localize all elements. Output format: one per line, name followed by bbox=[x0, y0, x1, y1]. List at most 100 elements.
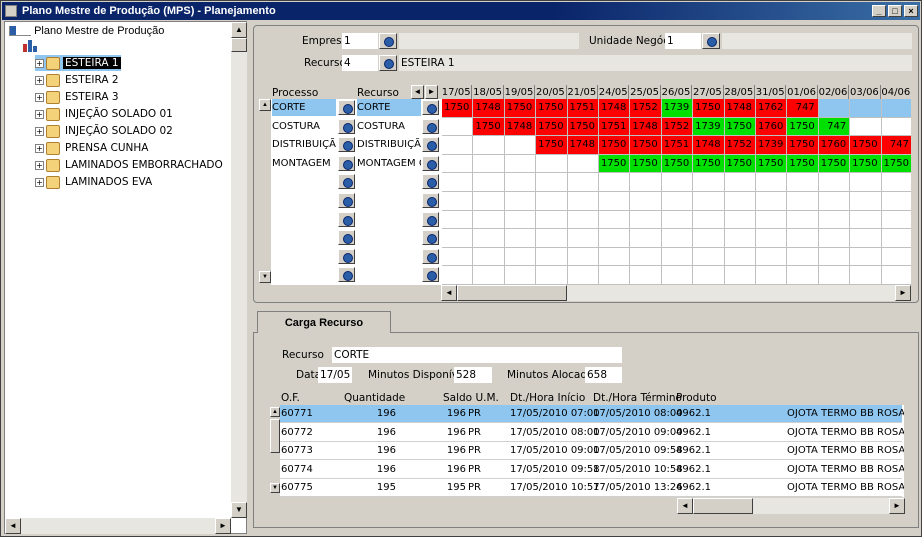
capacity-cell[interactable]: 1748 bbox=[504, 117, 537, 137]
capacity-cell[interactable] bbox=[473, 136, 505, 155]
recurso-cell[interactable] bbox=[357, 211, 421, 228]
capacity-cell[interactable] bbox=[818, 210, 851, 230]
expand-icon[interactable]: + bbox=[35, 143, 44, 153]
processo-cell[interactable]: DISTRIBUIÇÃO bbox=[272, 136, 336, 153]
capacity-cell[interactable] bbox=[536, 247, 568, 267]
capacity-cell[interactable] bbox=[442, 266, 474, 285]
carga-hscroll-left[interactable]: ◄ bbox=[677, 498, 693, 514]
capacity-cell[interactable] bbox=[442, 154, 474, 174]
recurso-lookup-button[interactable] bbox=[422, 174, 439, 190]
capacity-cell[interactable] bbox=[850, 192, 882, 211]
carga-row-scroll[interactable]: ▲ ▼ bbox=[270, 405, 280, 497]
capacity-cell[interactable]: 1760 bbox=[756, 117, 788, 137]
table-row[interactable]: 60773 196 196 PR 17/05/2010 09:00 17/05/2010 … bbox=[278, 442, 904, 460]
capacity-cell[interactable] bbox=[881, 266, 911, 285]
capacity-cell[interactable]: 747 bbox=[881, 136, 911, 155]
capacity-cell[interactable]: 1748 bbox=[693, 136, 725, 155]
capacity-cell[interactable] bbox=[504, 136, 537, 155]
capacity-cell[interactable] bbox=[536, 192, 568, 211]
capacity-cell[interactable]: 1751 bbox=[661, 136, 694, 155]
capacity-cell[interactable] bbox=[818, 173, 851, 192]
scroll-up-button[interactable]: ▲ bbox=[231, 22, 247, 38]
capacity-cell[interactable] bbox=[599, 266, 631, 285]
capacity-cell[interactable] bbox=[693, 266, 725, 285]
capacity-cell[interactable] bbox=[473, 210, 505, 230]
capacity-cell[interactable] bbox=[473, 154, 505, 174]
capacity-cell[interactable]: 1750 bbox=[599, 136, 631, 155]
processo-lookup-button[interactable] bbox=[338, 155, 355, 171]
tree-item[interactable]: + LAMINADOS EMBORRACHADO bbox=[35, 157, 225, 173]
capacity-cell[interactable] bbox=[504, 210, 537, 230]
capacity-cell[interactable]: 747 bbox=[818, 117, 851, 137]
capacity-cell[interactable]: 1750 bbox=[599, 154, 631, 174]
capacity-cell[interactable]: 1750 bbox=[693, 99, 725, 118]
tree-item[interactable]: + INJEÇÃO SOLADO 02 bbox=[35, 123, 175, 139]
capacity-cell[interactable] bbox=[567, 229, 599, 248]
empresa-lookup-button[interactable] bbox=[379, 33, 397, 49]
expand-icon[interactable]: + bbox=[35, 177, 44, 187]
tree-item[interactable]: + ESTEIRA 2 bbox=[35, 72, 121, 88]
capacity-cell[interactable] bbox=[756, 210, 788, 230]
processo-lookup-button[interactable] bbox=[338, 211, 355, 227]
capacity-cell[interactable] bbox=[504, 247, 537, 267]
capacity-cell[interactable] bbox=[756, 247, 788, 267]
carga-row-up[interactable]: ▲ bbox=[270, 407, 280, 417]
capacity-cell[interactable] bbox=[504, 229, 537, 248]
capacity-cell[interactable] bbox=[661, 247, 694, 267]
table-row[interactable]: 60774 196 196 PR 17/05/2010 09:58 17/05/2010 … bbox=[278, 461, 904, 479]
recurso-cell[interactable] bbox=[357, 229, 421, 246]
processo-lookup-button[interactable] bbox=[338, 248, 355, 264]
tree-item[interactable]: + ESTEIRA 1 bbox=[35, 55, 121, 71]
capacity-cell[interactable] bbox=[881, 211, 911, 230]
capacity-cell[interactable] bbox=[756, 229, 788, 248]
grid-scroll-left-button[interactable]: ◄ bbox=[411, 85, 424, 99]
capacity-cell[interactable] bbox=[724, 247, 756, 267]
scroll-left-button[interactable]: ◄ bbox=[5, 518, 21, 534]
capacity-cell[interactable]: 1750 bbox=[661, 154, 694, 174]
capacity-cell[interactable]: 1750 bbox=[473, 117, 505, 137]
capacity-cell[interactable]: 1748 bbox=[567, 136, 599, 155]
recurso-lookup-button[interactable] bbox=[422, 211, 439, 227]
table-row[interactable]: 60775 195 195 PR 17/05/2010 10:57 17/05/2010 … bbox=[278, 479, 904, 497]
capacity-cell[interactable] bbox=[724, 229, 756, 248]
processo-cell[interactable] bbox=[272, 173, 336, 190]
capacity-cell[interactable]: 1750 bbox=[536, 117, 568, 137]
capacity-cell[interactable]: 1750 bbox=[504, 99, 537, 118]
processo-cell[interactable] bbox=[272, 229, 336, 246]
capacity-cell[interactable] bbox=[536, 154, 568, 174]
capacity-cell[interactable] bbox=[567, 154, 599, 174]
close-button[interactable]: × bbox=[904, 5, 918, 17]
table-row[interactable]: 60771 196 196 PR 17/05/2010 07:00 17/05/2010 … bbox=[278, 405, 904, 423]
tree-item[interactable]: + ESTEIRA 3 bbox=[35, 89, 121, 105]
recurso-lookup-button[interactable] bbox=[379, 55, 397, 71]
processo-lookup-button[interactable] bbox=[338, 137, 355, 153]
recurso-lookup-button[interactable] bbox=[422, 118, 439, 134]
capacity-cell[interactable]: 1750 bbox=[630, 136, 662, 155]
expand-icon[interactable]: + bbox=[35, 75, 44, 85]
capacity-cell[interactable] bbox=[818, 229, 851, 248]
recurso-field[interactable]: 4 bbox=[342, 55, 378, 71]
capacity-cell[interactable] bbox=[693, 173, 725, 192]
capacity-cell[interactable] bbox=[724, 192, 756, 211]
capacity-cell[interactable] bbox=[442, 229, 474, 248]
capacity-cell[interactable]: 1750 bbox=[536, 99, 568, 118]
capacity-cell[interactable] bbox=[881, 118, 911, 137]
capacity-cell[interactable]: 1748 bbox=[724, 99, 756, 118]
capacity-cell[interactable]: 1750 bbox=[787, 154, 819, 174]
processo-lookup-button[interactable] bbox=[338, 267, 355, 283]
capacity-cell[interactable] bbox=[661, 210, 694, 230]
processo-cell[interactable] bbox=[272, 211, 336, 228]
capacity-cell[interactable]: 1752 bbox=[724, 136, 756, 155]
capacity-cell[interactable]: 1750 bbox=[724, 117, 756, 137]
capacity-cell[interactable]: 1750 bbox=[756, 154, 788, 174]
capacity-cell[interactable] bbox=[599, 192, 631, 211]
capacity-cell[interactable] bbox=[787, 192, 819, 211]
recurso-cell[interactable] bbox=[357, 173, 421, 190]
capacity-cell[interactable] bbox=[442, 136, 474, 155]
capacity-cell[interactable] bbox=[536, 229, 568, 248]
recurso-lookup-button[interactable] bbox=[422, 248, 439, 264]
recurso-lookup-button[interactable] bbox=[422, 100, 439, 115]
recurso-lookup-button[interactable] bbox=[422, 230, 439, 246]
grid-row-up[interactable]: ▲ bbox=[259, 99, 271, 111]
recurso-cell[interactable]: COSTURA bbox=[357, 118, 421, 135]
